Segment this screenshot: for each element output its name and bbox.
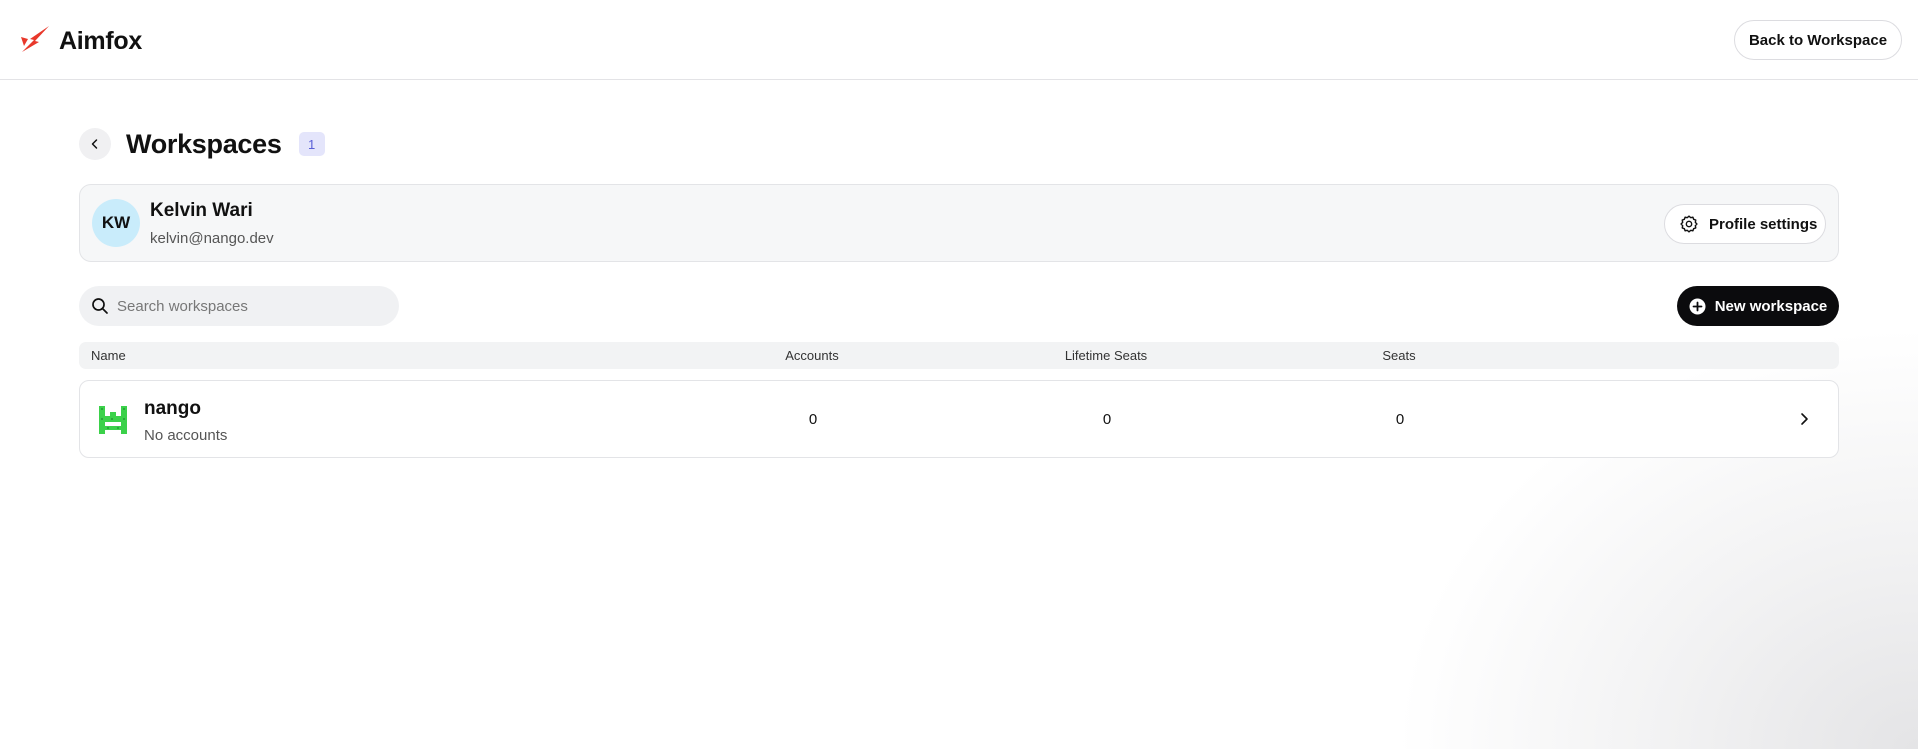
seats-value: 0 xyxy=(1395,411,1405,428)
column-header-name: Name xyxy=(91,348,126,363)
lifetime-seats-value: 0 xyxy=(1102,411,1112,428)
chevron-right-icon[interactable] xyxy=(1796,411,1812,427)
back-to-workspace-button[interactable]: Back to Workspace xyxy=(1734,20,1902,60)
profile-name: Kelvin Wari xyxy=(150,200,253,221)
profile-settings-button[interactable]: Profile settings xyxy=(1664,204,1826,244)
column-header-lifetime-seats: Lifetime Seats xyxy=(1064,348,1148,363)
workspace-logo-icon xyxy=(99,406,127,434)
profile-email: kelvin@nango.dev xyxy=(150,230,274,247)
workspace-name: nango xyxy=(144,398,201,419)
search-icon xyxy=(92,298,108,314)
back-button[interactable] xyxy=(79,128,111,160)
app-name: Aimfox xyxy=(59,27,142,55)
aimfox-logo-icon xyxy=(20,25,50,58)
chevron-left-icon xyxy=(91,139,98,149)
column-header-seats: Seats xyxy=(1382,348,1416,363)
gear-icon xyxy=(1680,215,1698,233)
profile-card: KW Kelvin Wari kelvin@nango.dev Profile … xyxy=(79,184,1839,262)
workspace-count-badge: 1 xyxy=(298,132,325,156)
new-workspace-button[interactable]: New workspace xyxy=(1677,286,1839,326)
search-input[interactable] xyxy=(117,297,377,315)
page-title: Workspaces xyxy=(126,128,282,159)
new-workspace-label: New workspace xyxy=(1714,297,1828,315)
top-bar: Aimfox Back to Workspace xyxy=(0,0,1918,80)
table-header: Name Accounts Lifetime Seats Seats xyxy=(79,342,1839,369)
table-row[interactable]: nango No accounts 0 0 0 xyxy=(79,380,1839,458)
workspace-subtitle: No accounts xyxy=(144,427,228,444)
avatar: KW xyxy=(92,199,140,247)
search-bar xyxy=(79,286,399,326)
plus-circle-icon xyxy=(1689,298,1706,314)
accounts-value: 0 xyxy=(808,411,818,428)
brand[interactable]: Aimfox xyxy=(20,25,142,58)
profile-settings-label: Profile settings xyxy=(1709,215,1818,233)
column-header-accounts: Accounts xyxy=(785,348,839,363)
page-header: Workspaces 1 xyxy=(79,128,325,160)
